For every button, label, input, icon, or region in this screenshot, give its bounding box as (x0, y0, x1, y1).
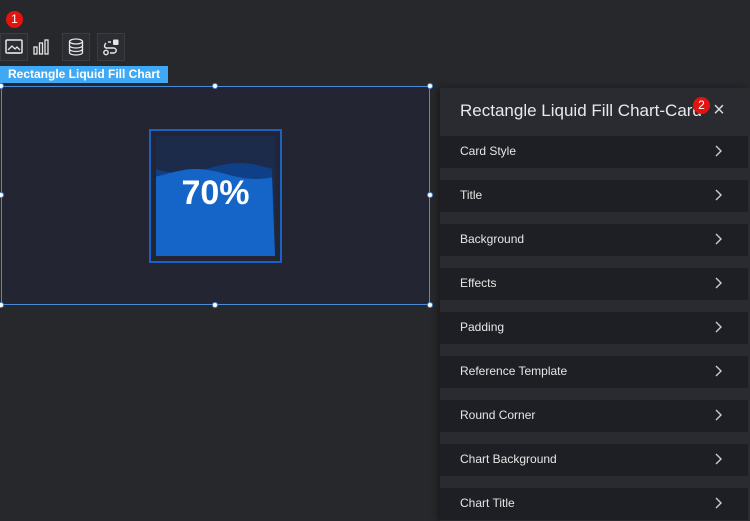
image-tool-button[interactable] (0, 33, 28, 61)
resize-handle-top[interactable] (212, 83, 218, 89)
liquid-fill-chart: 70% (149, 129, 282, 263)
resize-handle-bottom-right[interactable] (427, 302, 433, 308)
chevron-right-icon (715, 233, 722, 245)
database-icon (68, 38, 84, 56)
chevron-right-icon (715, 321, 722, 333)
panel-item-label: Card Style (460, 144, 517, 158)
resize-handle-right[interactable] (427, 192, 433, 198)
panel-item-label: Reference Template (460, 364, 568, 378)
panel-item-background[interactable]: Background (440, 224, 748, 256)
panel-item-round-corner[interactable]: Round Corner (440, 400, 748, 432)
panel-item-label: Chart Title (460, 496, 515, 510)
chevron-right-icon (715, 145, 722, 157)
chevron-right-icon (715, 277, 722, 289)
chevron-right-icon (715, 189, 722, 201)
properties-panel: Rectangle Liquid Fill Chart-Card × Card … (440, 88, 750, 521)
panel-item-label: Padding (460, 320, 505, 334)
panel-item-label: Title (460, 188, 483, 202)
chevron-right-icon (715, 365, 722, 377)
close-icon[interactable]: × (710, 100, 728, 120)
bar-chart-icon (32, 38, 50, 56)
panel-item-effects[interactable]: Effects (440, 268, 748, 300)
panel-item-label: Background (460, 232, 525, 246)
panel-item-label: Effects (460, 276, 497, 290)
panel-item-padding[interactable]: Padding (440, 312, 748, 344)
image-icon (5, 39, 23, 55)
interaction-button[interactable] (97, 33, 125, 61)
data-link-icon (102, 38, 120, 56)
panel-item-card-style[interactable]: Card Style (440, 136, 748, 168)
liquid-fill-value: 70% (181, 174, 250, 212)
resize-handle-bottom[interactable] (212, 302, 218, 308)
chart-tool-button[interactable] (27, 33, 55, 61)
data-source-button[interactable] (62, 33, 90, 61)
callout-badge-1: 1 (6, 11, 23, 28)
chevron-right-icon (715, 409, 722, 421)
chevron-right-icon (715, 497, 722, 509)
component-name-tag: Rectangle Liquid Fill Chart (0, 66, 169, 83)
panel-item-reference-template[interactable]: Reference Template (440, 356, 748, 388)
panel-item-title[interactable]: Title (440, 180, 748, 212)
resize-handle-bottom-left[interactable] (0, 302, 4, 308)
panel-item-label: Chart Background (460, 452, 557, 466)
panel-title: Rectangle Liquid Fill Chart-Card (460, 101, 702, 120)
chevron-right-icon (715, 453, 722, 465)
callout-badge-2: 2 (693, 97, 710, 114)
panel-item-chart-background[interactable]: Chart Background (440, 444, 748, 476)
resize-handle-top-right[interactable] (427, 83, 433, 89)
panel-item-chart-title[interactable]: Chart Title (440, 488, 748, 520)
panel-item-label: Round Corner (460, 408, 536, 422)
liquid-fill-container: 70% (156, 136, 275, 256)
